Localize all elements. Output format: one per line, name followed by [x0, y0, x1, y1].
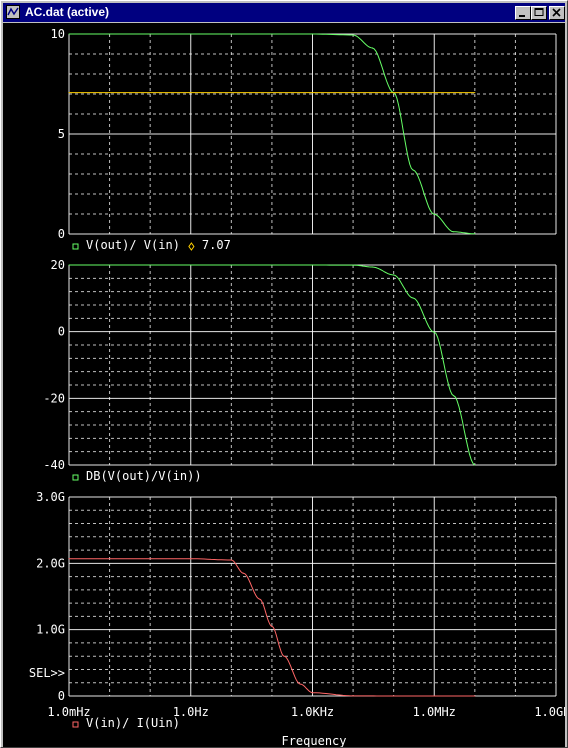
y-tick-label: 2.0G [36, 556, 65, 570]
series-line [69, 558, 475, 697]
legend-label: 7.07 [202, 238, 231, 252]
data-point [433, 213, 435, 215]
x-tick-label: 1.0Hz [173, 705, 209, 719]
y-tick-label: -40 [43, 458, 65, 472]
y-tick-label: 20 [51, 258, 65, 272]
legend-marker-square [72, 721, 79, 728]
data-point [474, 695, 476, 697]
y-tick-label: 0 [58, 227, 65, 241]
x-tick-label: 1.0mHz [47, 705, 90, 719]
x-tick-label: 1.0GHz [534, 705, 565, 719]
close-button[interactable] [549, 6, 565, 20]
minimize-icon [519, 15, 525, 17]
data-point [242, 572, 245, 574]
data-point [352, 264, 354, 266]
data-point [68, 558, 70, 560]
maximize-button[interactable] [531, 6, 547, 20]
title-bar[interactable]: AC.dat (active) [3, 3, 565, 22]
plots-svg: 10 5 0 V(out)/ V(in) 7.07 20 0 -20 -40 DB(V(out)/… [29, 27, 565, 747]
legend-label: V(in)/ I(Uin) [86, 716, 180, 730]
legend-marker-diamond [188, 242, 195, 251]
data-point [190, 264, 192, 266]
data-point [190, 558, 192, 560]
data-point [299, 683, 301, 685]
minimize-button[interactable] [515, 6, 531, 20]
y-tick-label: 3.0G [36, 490, 65, 504]
data-point [474, 92, 476, 94]
data-point [433, 331, 435, 333]
data-point [68, 33, 70, 35]
legend-label: DB(V(out)/V(in)) [86, 469, 202, 483]
data-point [474, 233, 476, 235]
legend-marker-square [72, 474, 79, 481]
data-point [453, 231, 455, 233]
maximize-icon [534, 8, 544, 16]
data-point [453, 395, 455, 397]
x-tick-label: 1.0MHz [413, 705, 456, 719]
data-point [393, 695, 395, 697]
data-point [371, 47, 374, 49]
data-point [412, 297, 414, 299]
app-icon [6, 5, 20, 19]
data-point [259, 598, 261, 600]
y-tick-label: 10 [51, 27, 65, 41]
data-point [271, 625, 273, 627]
close-icon [552, 8, 561, 17]
y-tick-label: 0 [58, 689, 65, 703]
x-axis-label: Frequency [281, 734, 346, 747]
x-tick-label: 1.0KHz [291, 705, 334, 719]
legend-label: V(out)/ V(in) [86, 238, 180, 252]
data-point [190, 33, 192, 35]
data-point [311, 692, 314, 694]
data-point [68, 264, 70, 266]
legend-marker-square [72, 243, 79, 250]
data-point [352, 695, 354, 697]
data-point [311, 264, 314, 266]
data-point [474, 464, 476, 466]
window-title: AC.dat (active) [25, 5, 110, 19]
y-tick-label: -20 [43, 391, 65, 405]
y-tick-label: 0 [58, 325, 65, 339]
data-point [371, 266, 374, 268]
analysis-window: AC.dat (active) 10 5 0 V(out)/ V(in) 7.07 20 0… [0, 0, 568, 748]
data-point [412, 169, 414, 171]
y-tick-label: 5 [58, 127, 65, 141]
data-point [352, 34, 354, 36]
data-point [68, 92, 70, 94]
data-point [311, 33, 314, 35]
data-point [230, 559, 232, 561]
data-point [393, 274, 395, 276]
data-point [283, 655, 285, 657]
plot-area[interactable]: 10 5 0 V(out)/ V(in) 7.07 20 0 -20 -40 DB(V(out)/… [3, 23, 565, 747]
y-tick-label: 1.0G [36, 623, 65, 637]
cursor-label: SEL>> [29, 666, 65, 680]
